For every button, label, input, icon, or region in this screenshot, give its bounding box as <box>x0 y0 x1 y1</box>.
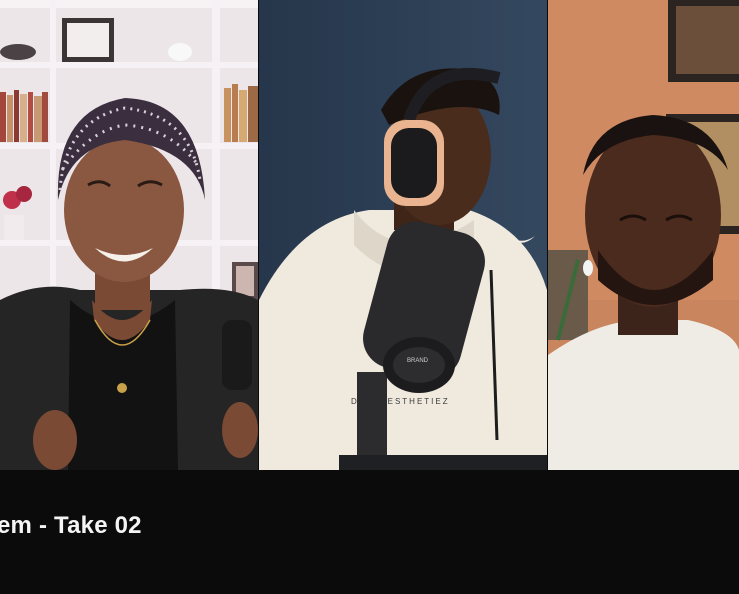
participant-tile-left[interactable] <box>0 0 258 470</box>
participant-video-middle: DAIL AESTHETIEZ BRAND <box>259 0 547 470</box>
mic-badge: BRAND <box>407 358 429 364</box>
participant-video-right <box>548 0 739 470</box>
video-grid: DAIL AESTHETIEZ BRAND <box>0 0 739 470</box>
participant-video-left <box>0 0 258 470</box>
participant-tile-middle[interactable]: DAIL AESTHETIEZ BRAND <box>259 0 547 470</box>
stream-title: em - Take 02 <box>0 512 142 539</box>
stream-caption-bar: em - Take 02 <box>0 470 739 594</box>
participant-tile-right[interactable] <box>548 0 739 470</box>
